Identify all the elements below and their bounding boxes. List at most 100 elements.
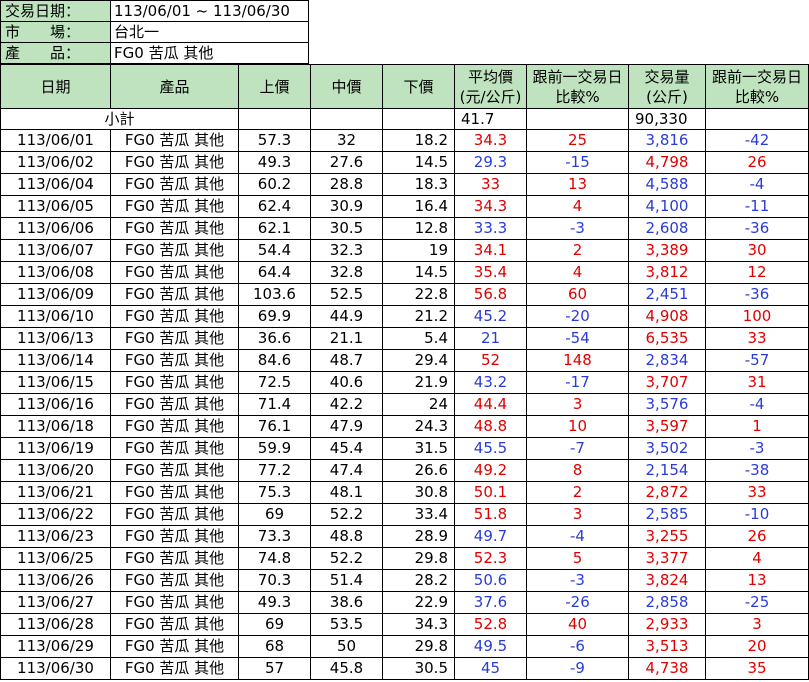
- table-row: 113/06/25 FG0 苦瓜 其他 74.8 52.2 29.8 52.3 5 3,377…: [0, 547, 809, 570]
- cell-product: FG0 苦瓜 其他: [110, 437, 239, 460]
- cell-upper-price: 60.2: [238, 173, 311, 196]
- cell-average-price: 51.8: [454, 503, 527, 526]
- info-spacer: [309, 43, 809, 64]
- cell-avg-change: 8: [526, 459, 629, 482]
- cell-avg-change: -17: [526, 371, 629, 394]
- cell-date: 113/06/28: [0, 613, 111, 636]
- cell-date: 113/06/22: [0, 503, 111, 526]
- cell-average-price: 45.2: [454, 305, 527, 328]
- cell-middle-price: 32.8: [310, 261, 383, 284]
- cell-vol-change: -57: [705, 349, 809, 372]
- col-header-date: 日期: [0, 64, 111, 109]
- cell-middle-price: 50: [310, 635, 383, 658]
- cell-product: FG0 苦瓜 其他: [110, 569, 239, 592]
- table-row: 113/06/21 FG0 苦瓜 其他 75.3 48.1 30.8 50.1 2 2,872…: [0, 481, 809, 504]
- cell-date: 113/06/16: [0, 393, 111, 416]
- cell-volume: 3,502: [628, 437, 706, 460]
- cell-product: FG0 苦瓜 其他: [110, 371, 239, 394]
- table-row: 113/06/27 FG0 苦瓜 其他 49.3 38.6 22.9 37.6 -26 2,8…: [0, 591, 809, 614]
- cell-date: 113/06/25: [0, 547, 111, 570]
- cell-volume: 2,872: [628, 481, 706, 504]
- cell-middle-price: 48.7: [310, 349, 383, 372]
- cell-middle-price: 47.9: [310, 415, 383, 438]
- cell-date: 113/06/13: [0, 327, 111, 350]
- cell-upper-price: 75.3: [238, 481, 311, 504]
- subtotal-empty: [238, 108, 311, 130]
- table-row: 113/06/05 FG0 苦瓜 其他 62.4 30.9 16.4 34.3 4 4,100…: [0, 195, 809, 218]
- cell-avg-change: 10: [526, 415, 629, 438]
- cell-average-price: 21: [454, 327, 527, 350]
- table-row: 113/06/02 FG0 苦瓜 其他 49.3 27.6 14.5 29.3 -15 4,7…: [0, 151, 809, 174]
- table-row: 113/06/01 FG0 苦瓜 其他 57.3 32 18.2 34.3 25 3,816-…: [0, 129, 809, 152]
- cell-product: FG0 苦瓜 其他: [110, 503, 239, 526]
- cell-vol-change: -38: [705, 459, 809, 482]
- table-header-row: 日期 產品 上價 中價 下價 平均價 (元/公斤) 跟前一交易日 比較% 交易量…: [0, 64, 809, 109]
- subtotal-empty: [310, 108, 383, 130]
- cell-avg-change: 4: [526, 195, 629, 218]
- info-row-market: 市 場： 台北一: [0, 21, 809, 43]
- query-info-table: 交易日期： 113/06/01 ~ 113/06/30 市 場： 台北一 產 品…: [0, 0, 809, 64]
- col-header-lower-price: 下價: [382, 64, 455, 109]
- cell-avg-change: -6: [526, 635, 629, 658]
- cell-volume: 2,585: [628, 503, 706, 526]
- cell-product: FG0 苦瓜 其他: [110, 151, 239, 174]
- cell-date: 113/06/27: [0, 591, 111, 614]
- cell-middle-price: 27.6: [310, 151, 383, 174]
- cell-volume: 3,597: [628, 415, 706, 438]
- cell-product: FG0 苦瓜 其他: [110, 481, 239, 504]
- cell-average-price: 49.7: [454, 525, 527, 548]
- col-header-product: 產品: [110, 64, 239, 109]
- cell-middle-price: 28.8: [310, 173, 383, 196]
- cell-middle-price: 48.8: [310, 525, 383, 548]
- cell-upper-price: 72.5: [238, 371, 311, 394]
- cell-avg-change: -20: [526, 305, 629, 328]
- cell-product: FG0 苦瓜 其他: [110, 349, 239, 372]
- cell-lower-price: 21.9: [382, 371, 455, 394]
- cell-middle-price: 32.3: [310, 239, 383, 262]
- cell-avg-change: 40: [526, 613, 629, 636]
- cell-average-price: 44.4: [454, 393, 527, 416]
- cell-vol-change: 3: [705, 613, 809, 636]
- cell-date: 113/06/21: [0, 481, 111, 504]
- cell-avg-change: -9: [526, 657, 629, 680]
- table-row: 113/06/18 FG0 苦瓜 其他 76.1 47.9 24.3 48.8 10 3,59…: [0, 415, 809, 438]
- cell-avg-change: -15: [526, 151, 629, 174]
- cell-lower-price: 30.8: [382, 481, 455, 504]
- col-header-upper-price: 上價: [238, 64, 311, 109]
- cell-middle-price: 53.5: [310, 613, 383, 636]
- subtotal-label: 小計: [0, 108, 239, 130]
- cell-date: 113/06/02: [0, 151, 111, 174]
- cell-volume: 6,535: [628, 327, 706, 350]
- cell-vol-change: -3: [705, 437, 809, 460]
- cell-upper-price: 49.3: [238, 591, 311, 614]
- cell-average-price: 34.1: [454, 239, 527, 262]
- cell-date: 113/06/07: [0, 239, 111, 262]
- cell-middle-price: 52.5: [310, 283, 383, 306]
- cell-date: 113/06/04: [0, 173, 111, 196]
- cell-date: 113/06/18: [0, 415, 111, 438]
- table-row: 113/06/09 FG0 苦瓜 其他 103.6 52.5 22.8 56.8 60 2,4…: [0, 283, 809, 306]
- cell-vol-change: -10: [705, 503, 809, 526]
- cell-upper-price: 36.6: [238, 327, 311, 350]
- col-header-middle-price: 中價: [310, 64, 383, 109]
- cell-middle-price: 47.4: [310, 459, 383, 482]
- cell-lower-price: 33.4: [382, 503, 455, 526]
- market-value: 台北一: [110, 21, 309, 43]
- cell-volume: 4,798: [628, 151, 706, 174]
- cell-vol-change: 13: [705, 569, 809, 592]
- cell-upper-price: 103.6: [238, 283, 311, 306]
- cell-average-price: 29.3: [454, 151, 527, 174]
- cell-volume: 3,255: [628, 525, 706, 548]
- cell-vol-change: 26: [705, 525, 809, 548]
- cell-upper-price: 74.8: [238, 547, 311, 570]
- subtotal-volume: 90,330: [628, 108, 706, 130]
- cell-vol-change: -4: [705, 393, 809, 416]
- cell-upper-price: 64.4: [238, 261, 311, 284]
- cell-lower-price: 29.8: [382, 547, 455, 570]
- cell-vol-change: 30: [705, 239, 809, 262]
- cell-avg-change: 5: [526, 547, 629, 570]
- cell-product: FG0 苦瓜 其他: [110, 173, 239, 196]
- cell-product: FG0 苦瓜 其他: [110, 591, 239, 614]
- cell-average-price: 34.3: [454, 129, 527, 152]
- cell-volume: 2,154: [628, 459, 706, 482]
